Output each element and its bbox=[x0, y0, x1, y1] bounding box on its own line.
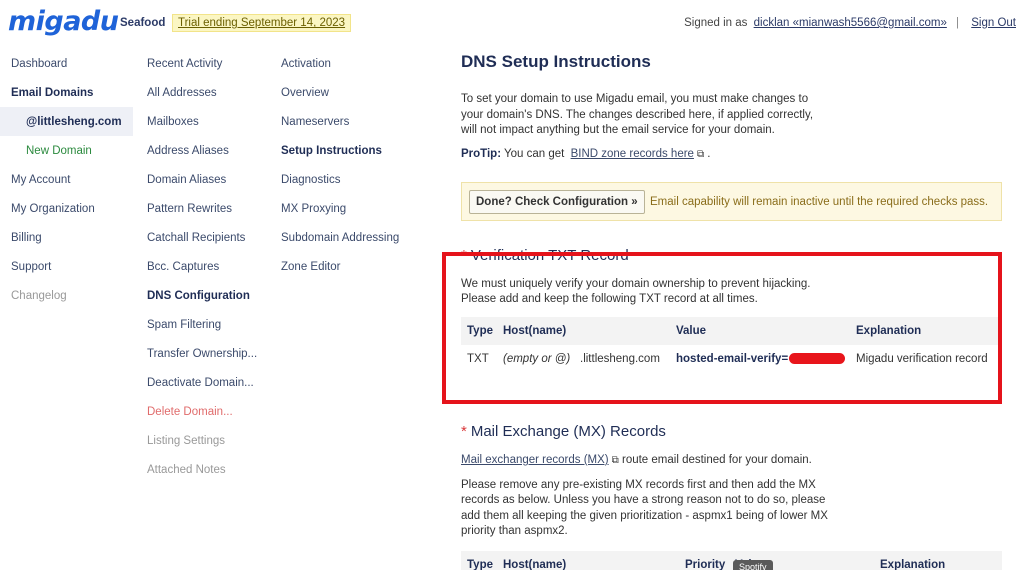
nav-delete-domain[interactable]: Delete Domain... bbox=[147, 404, 257, 433]
header-type: Type bbox=[461, 550, 497, 570]
signed-in-area: Signed in as dicklan «mianwash5566@gmail… bbox=[684, 17, 1016, 29]
nav-my-account[interactable]: My Account bbox=[0, 172, 133, 201]
organization-name: Seafood bbox=[120, 17, 166, 29]
protip-label: ProTip: bbox=[461, 147, 502, 160]
nav-changelog[interactable]: Changelog bbox=[0, 288, 133, 317]
user-account-link[interactable]: dicklan «mianwash5566@gmail.com» bbox=[754, 17, 947, 29]
nav-dashboard[interactable]: Dashboard bbox=[0, 56, 133, 85]
header-explanation: Explanation bbox=[850, 316, 1002, 345]
nav-setup-instructions[interactable]: Setup Instructions bbox=[281, 143, 399, 172]
top-header: migadu Seafood Trial ending September 14… bbox=[0, 0, 1024, 44]
nav-address-aliases[interactable]: Address Aliases bbox=[147, 143, 257, 172]
nav-subdomain-addressing[interactable]: Subdomain Addressing bbox=[281, 230, 399, 259]
txt-desc-line1: We must uniquely verify your domain owne… bbox=[461, 277, 811, 290]
external-link-icon: ⧉ bbox=[611, 455, 619, 466]
nav-activation[interactable]: Activation bbox=[281, 56, 399, 85]
check-configuration-bar: Done? Check Configuration » Email capabi… bbox=[461, 181, 1002, 221]
nav-deactivate-domain[interactable]: Deactivate Domain... bbox=[147, 375, 257, 404]
nav-support[interactable]: Support bbox=[0, 259, 133, 288]
migadu-logo[interactable]: migadu bbox=[8, 6, 119, 37]
mx-records-link[interactable]: Mail exchanger records (MX) bbox=[461, 454, 609, 466]
txt-host[interactable]: (empty or @) bbox=[497, 345, 574, 373]
trial-badge[interactable]: Trial ending September 14, 2023 bbox=[172, 14, 352, 32]
nav-diagnostics[interactable]: Diagnostics bbox=[281, 172, 399, 201]
mx-link-line: Mail exchanger records (MX) ⧉ route email… bbox=[461, 453, 1002, 469]
header-explanation: Explanation bbox=[874, 550, 1002, 570]
txt-title-text: Verification TXT Record bbox=[470, 246, 629, 264]
separator: | bbox=[956, 17, 960, 29]
check-configuration-button[interactable]: Done? Check Configuration » bbox=[469, 189, 645, 214]
required-star: * bbox=[461, 246, 467, 264]
nav-nameservers[interactable]: Nameservers bbox=[281, 114, 399, 143]
nav-attached-notes[interactable]: Attached Notes bbox=[147, 462, 257, 491]
mx-section: * Mail Exchange (MX) Records Mail exchang… bbox=[461, 423, 1002, 570]
header-host: Host(name) bbox=[497, 550, 679, 570]
txt-record-table: Type Host(name) Value Explanation TXT (e… bbox=[461, 316, 1002, 373]
signed-in-label: Signed in as bbox=[684, 17, 748, 29]
nav-mailboxes[interactable]: Mailboxes bbox=[147, 114, 257, 143]
nav-current-domain[interactable]: @littlesheng.com bbox=[0, 107, 133, 136]
mx-section-title: * Mail Exchange (MX) Records bbox=[461, 423, 1002, 440]
nav-bcc-captures[interactable]: Bcc. Captures bbox=[147, 259, 257, 288]
txt-desc-line2: Please add and keep the following TXT re… bbox=[461, 293, 758, 305]
main-content: DNS Setup Instructions To set your domai… bbox=[461, 52, 1002, 373]
nav-dns-configuration[interactable]: DNS Configuration bbox=[147, 288, 257, 317]
nav-overview[interactable]: Overview bbox=[281, 85, 399, 114]
nav-dns: Activation Overview Nameservers Setup In… bbox=[281, 56, 399, 288]
txt-explanation: Migadu verification record bbox=[856, 352, 988, 365]
txt-value[interactable]: hosted-email-verify= bbox=[676, 353, 788, 365]
sign-out-link[interactable]: Sign Out bbox=[971, 17, 1016, 29]
nav-listing-settings[interactable]: Listing Settings bbox=[147, 433, 257, 462]
protip-end: . bbox=[707, 147, 711, 160]
external-link-icon: ⧉ bbox=[696, 148, 705, 160]
redaction-mark bbox=[789, 352, 846, 364]
txt-domain: .littlesheng.com bbox=[580, 352, 660, 365]
header-domain bbox=[574, 316, 670, 345]
bind-zone-link[interactable]: BIND zone records here bbox=[571, 148, 694, 160]
table-header-row: Type Host(name) Priority Value Explanati… bbox=[461, 550, 1002, 570]
txt-value-cell[interactable]: hosted-email-verify= bbox=[670, 345, 850, 373]
nav-domain: Recent Activity All Addresses Mailboxes … bbox=[147, 56, 257, 491]
nav-recent-activity[interactable]: Recent Activity bbox=[147, 56, 257, 85]
header-type: Type bbox=[461, 316, 497, 345]
nav-pattern-rewrites[interactable]: Pattern Rewrites bbox=[147, 201, 257, 230]
txt-type: TXT bbox=[467, 352, 489, 365]
nav-primary: Dashboard Email Domains @littlesheng.com… bbox=[0, 56, 133, 317]
nav-billing[interactable]: Billing bbox=[0, 230, 133, 259]
table-row: TXT (empty or @) .littlesheng.com hosted… bbox=[461, 345, 1002, 373]
nav-all-addresses[interactable]: All Addresses bbox=[147, 85, 257, 114]
nav-catchall-recipients[interactable]: Catchall Recipients bbox=[147, 230, 257, 259]
txt-section-title: * Verification TXT Record bbox=[461, 247, 1002, 264]
header-value: Value bbox=[670, 316, 850, 345]
intro-text: To set your domain to use Migadu email, … bbox=[461, 93, 814, 136]
mx-record-table: Type Host(name) Priority Value Explanati… bbox=[461, 550, 1002, 570]
mx-description: Please remove any pre-existing MX record… bbox=[461, 478, 828, 538]
header-priority: Priority bbox=[679, 550, 729, 570]
nav-my-organization[interactable]: My Organization bbox=[0, 201, 133, 230]
page-title: DNS Setup Instructions bbox=[461, 52, 651, 71]
protip-text: You can get bbox=[504, 147, 565, 160]
nav-zone-editor[interactable]: Zone Editor bbox=[281, 259, 399, 288]
nav-new-domain[interactable]: New Domain bbox=[0, 143, 133, 172]
nav-mx-proxying[interactable]: MX Proxying bbox=[281, 201, 399, 230]
table-header-row: Type Host(name) Value Explanation bbox=[461, 316, 1002, 345]
header-host: Host(name) bbox=[497, 316, 574, 345]
nav-spam-filtering[interactable]: Spam Filtering bbox=[147, 317, 257, 346]
mx-link-rest: route email destined for your domain. bbox=[621, 454, 812, 466]
tooltip: Spotify bbox=[733, 560, 773, 570]
txt-description: We must uniquely verify your domain owne… bbox=[461, 277, 1002, 308]
nav-domain-aliases[interactable]: Domain Aliases bbox=[147, 172, 257, 201]
required-star: * bbox=[461, 423, 467, 440]
protip: ProTip: You can get BIND zone records he… bbox=[461, 148, 1002, 160]
nav-transfer-ownership[interactable]: Transfer Ownership... bbox=[147, 346, 257, 375]
check-configuration-note: Email capability will remain inactive un… bbox=[650, 195, 989, 208]
mx-title-text: Mail Exchange (MX) Records bbox=[470, 423, 666, 440]
